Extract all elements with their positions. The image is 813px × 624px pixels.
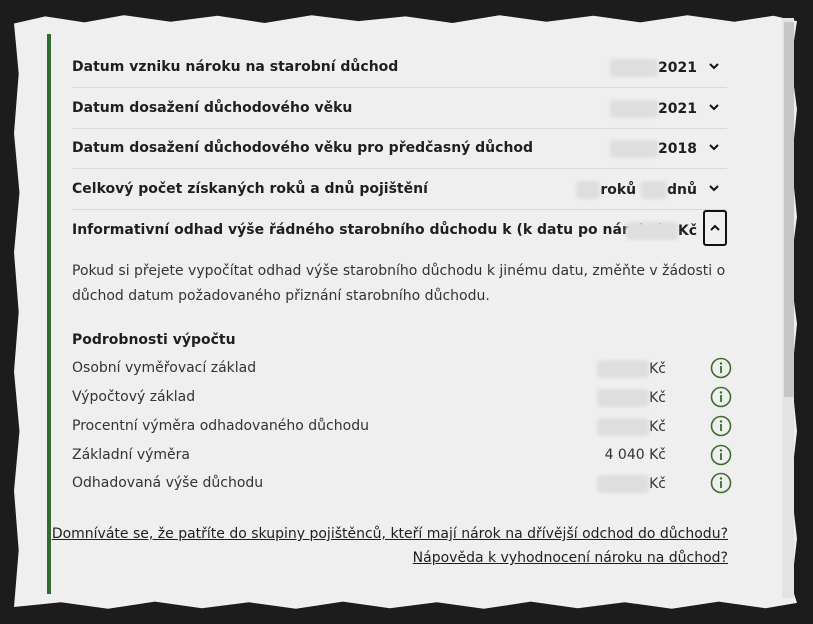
chevron-down-icon[interactable]: [707, 100, 721, 114]
detail-row: Základní výměra 4 040 Kč: [72, 444, 732, 470]
row-value-year: 2018: [658, 141, 697, 157]
detail-label: Výpočtový základ: [72, 389, 196, 405]
redacted-value: [597, 418, 650, 436]
chevron-down-icon[interactable]: [707, 140, 721, 154]
row-label: Datum vzniku nároku na starobní důchod: [72, 59, 399, 75]
detail-value: Kč: [597, 389, 666, 407]
redacted-value: [576, 181, 601, 199]
redacted-value: [597, 360, 650, 378]
detail-value: Kč: [597, 475, 666, 493]
detail-value: 4 040 Kč: [604, 447, 666, 463]
row-pension-estimate[interactable]: Informativní odhad výše řádného starobní…: [72, 210, 727, 250]
collapse-button[interactable]: [703, 210, 727, 246]
info-icon[interactable]: [710, 386, 732, 408]
details-title: Podrobnosti výpočtu: [72, 332, 236, 348]
row-value-days: dnů: [667, 182, 697, 198]
row-label: Informativní odhad výše řádného starobní…: [72, 222, 665, 238]
detail-currency: Kč: [649, 361, 666, 377]
row-label: Datum dosažení důchodového věku: [72, 100, 353, 116]
row-value: Kč: [625, 222, 697, 240]
info-icon[interactable]: [710, 415, 732, 437]
row-label: Datum dosažení důchodového věku pro před…: [72, 140, 534, 156]
scrollbar-thumb[interactable]: [784, 22, 794, 397]
detail-currency: Kč: [649, 419, 666, 435]
row-value: roků dnů: [576, 181, 697, 199]
row-value-year: 2021: [658, 60, 697, 76]
redacted-value: [610, 100, 659, 118]
detail-label: Osobní vyměřovací základ: [72, 360, 257, 376]
row-label: Celkový počet získaných roků a dnů pojiš…: [72, 181, 428, 197]
estimate-description: Pokud si přejete vypočítat odhad výše st…: [72, 263, 726, 304]
accent-bar: [47, 34, 51, 594]
detail-label: Odhadovaná výše důchodu: [72, 475, 264, 491]
help-link[interactable]: Nápověda k vyhodnocení nároku na důchod?: [413, 550, 728, 566]
redacted-value: [641, 181, 668, 199]
info-icon[interactable]: [710, 357, 732, 379]
detail-currency: Kč: [649, 390, 666, 406]
redacted-value: [625, 222, 678, 240]
info-icon[interactable]: [710, 472, 732, 494]
row-insurance-period[interactable]: Celkový počet získaných roků a dnů pojiš…: [72, 169, 727, 210]
detail-label: Základní výměra: [72, 447, 191, 463]
detail-value: Kč: [597, 418, 666, 436]
row-retirement-age-date[interactable]: Datum dosažení důchodového věku 2021: [72, 88, 727, 129]
row-claim-date[interactable]: Datum vzniku nároku na starobní důchod 2…: [72, 47, 727, 88]
detail-value: Kč: [597, 360, 666, 378]
chevron-up-icon: [710, 224, 720, 231]
chevron-down-icon[interactable]: [707, 59, 721, 73]
row-value-year: 2021: [658, 101, 697, 117]
detail-row: Osobní vyměřovací základ Kč: [72, 357, 732, 383]
redacted-value: [597, 389, 650, 407]
detail-currency: Kč: [649, 476, 666, 492]
row-value-currency: Kč: [677, 223, 697, 239]
redacted-value: [597, 475, 650, 493]
detail-label: Procentní výměra odhadovaného důchodu: [72, 418, 369, 434]
redacted-value: [610, 140, 659, 158]
redacted-value: [610, 59, 659, 77]
info-icon[interactable]: [710, 444, 732, 466]
row-value: 2021: [610, 100, 697, 118]
chevron-down-icon[interactable]: [707, 181, 721, 195]
row-value: 2018: [610, 140, 697, 158]
detail-row: Výpočtový základ Kč: [72, 386, 732, 412]
row-value-years: roků: [600, 182, 637, 198]
detail-row: Procentní výměra odhadovaného důchodu Kč: [72, 415, 732, 441]
detail-row: Odhadovaná výše důchodu Kč: [72, 472, 732, 498]
early-retirement-link[interactable]: Domníváte se, že patříte do skupiny poji…: [52, 526, 728, 542]
row-early-retirement-date[interactable]: Datum dosažení důchodového věku pro před…: [72, 128, 727, 169]
row-value: 2021: [610, 59, 697, 77]
